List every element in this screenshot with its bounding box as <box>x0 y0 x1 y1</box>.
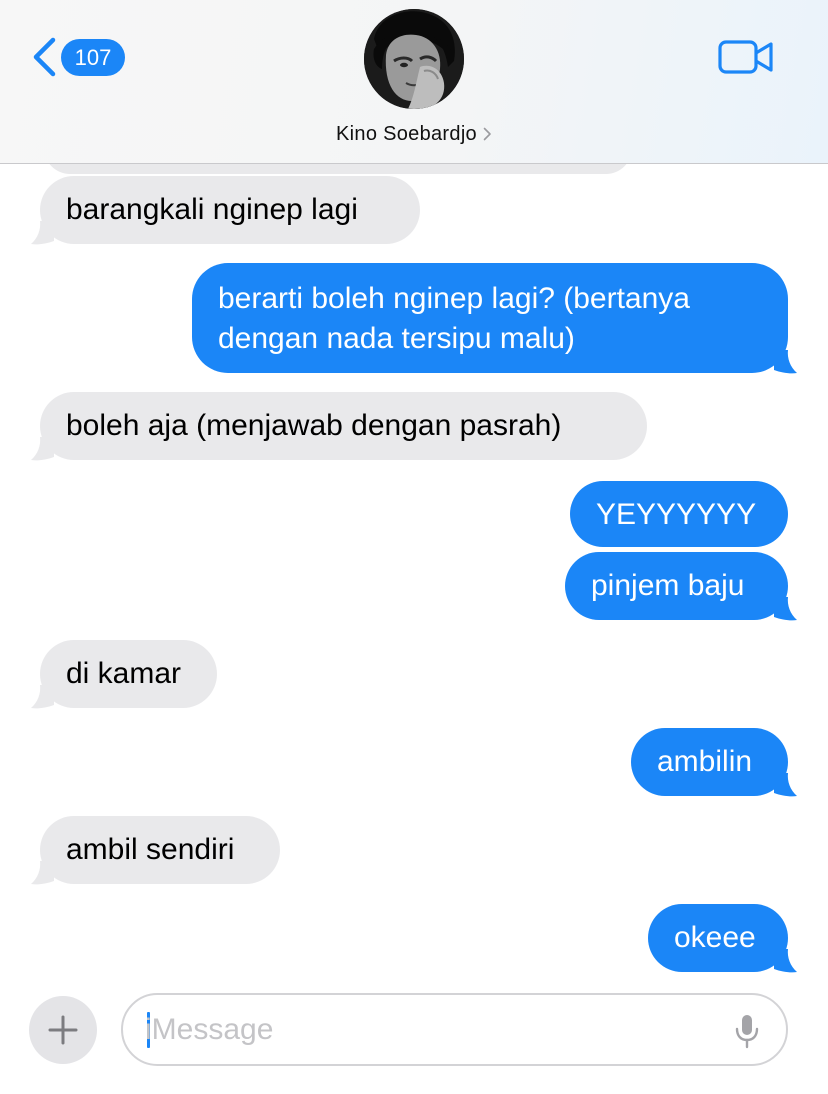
dictation-button[interactable] <box>733 1013 761 1049</box>
message-bubble-outgoing[interactable]: okeee <box>648 904 788 972</box>
bubble-tail <box>31 685 54 709</box>
message-text: okeee <box>674 921 756 954</box>
bubble-tail <box>774 949 797 973</box>
message-bubble-outgoing[interactable]: ambilin <box>631 728 788 796</box>
messages-screen: barangkali nginep lagi berarti boleh ngi… <box>0 0 828 1094</box>
message-text: barangkali nginep lagi <box>66 193 358 226</box>
message-text: ambil sendiri <box>66 833 235 866</box>
message-bubble-outgoing[interactable]: berarti boleh nginep lagi? (bertanya den… <box>192 263 788 373</box>
message-bubble-incoming[interactable]: ambil sendiri <box>40 816 280 884</box>
microphone-icon <box>735 1015 759 1049</box>
contact-name-button[interactable]: Kino Soebardjo <box>0 120 828 148</box>
contact-name: Kino Soebardjo <box>336 122 477 145</box>
unread-count-badge: 107 <box>61 38 125 76</box>
app-drawer-button[interactable] <box>29 996 97 1064</box>
message-bubble-outgoing[interactable]: YEYYYYYY <box>570 481 788 547</box>
bubble-tail <box>774 350 797 374</box>
message-text-line: dengan nada tersipu malu) <box>218 322 575 355</box>
avatar[interactable] <box>364 9 464 109</box>
bubble-tail <box>31 861 54 885</box>
bubble-tail <box>774 773 797 797</box>
message-text: YEYYYYYY <box>596 498 757 531</box>
message-bubble-incoming[interactable]: di kamar <box>40 640 217 708</box>
conversation-header: 107 Kino Soebardjo <box>0 0 828 164</box>
video-camera-icon[interactable] <box>718 38 774 76</box>
plus-icon <box>48 1015 78 1045</box>
message-input-placeholder: iMessage <box>145 1013 274 1046</box>
message-text: di kamar <box>66 657 182 690</box>
message-input[interactable]: iMessage <box>121 993 788 1066</box>
message-bubble-incoming[interactable]: boleh aja (menjawab dengan pasrah) <box>40 392 647 460</box>
message-text: boleh aja (menjawab dengan pasrah) <box>66 409 562 442</box>
chevron-left-icon <box>33 37 56 77</box>
chevron-right-icon <box>483 127 491 141</box>
avatar-photo <box>364 9 464 109</box>
message-text: ambilin <box>657 745 753 778</box>
message-text-line: berarti boleh nginep lagi? (bertanya <box>218 282 690 315</box>
message-bubble-incoming[interactable]: barangkali nginep lagi <box>40 176 420 244</box>
bubble-tail <box>31 437 54 461</box>
message-text: pinjem baju <box>591 569 745 602</box>
bubble-tail <box>31 221 54 245</box>
bubble-tail <box>774 597 797 621</box>
message-bubble-outgoing[interactable]: pinjem baju <box>565 552 788 620</box>
back-button[interactable]: 107 <box>28 36 125 78</box>
